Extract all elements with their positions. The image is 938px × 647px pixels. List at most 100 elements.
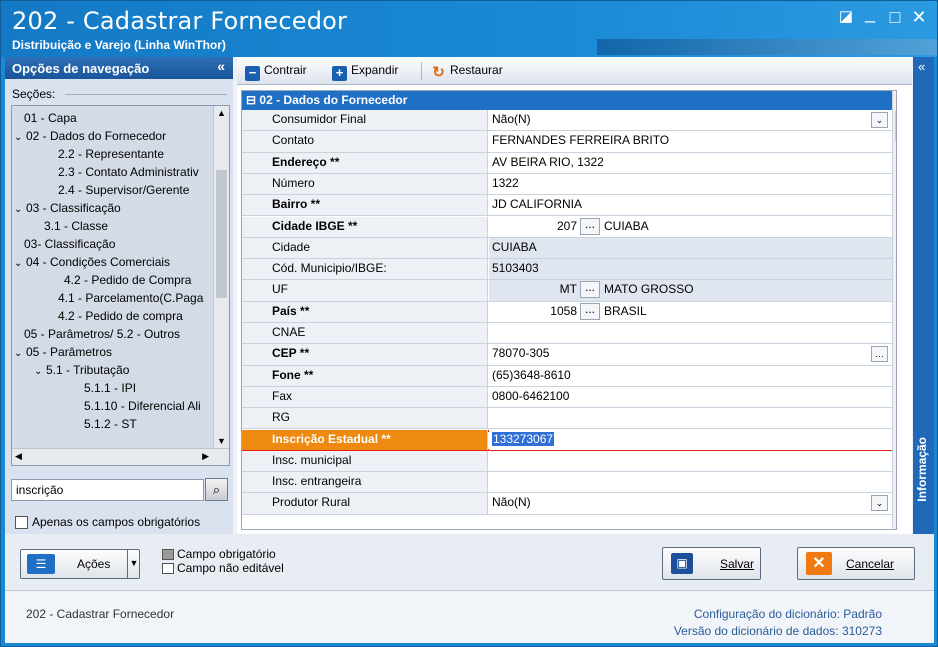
- field-value[interactable]: Não(N) ⌄: [489, 493, 892, 514]
- chevron-down-icon[interactable]: ⌄: [871, 112, 888, 128]
- lookup-button[interactable]: ...: [580, 302, 600, 320]
- tree-item[interactable]: 03- Classificação: [24, 235, 115, 253]
- tree-item[interactable]: 4.2 - Pedido de compra: [58, 307, 183, 325]
- information-side-tab[interactable]: « Informação: [913, 57, 934, 534]
- grid-row[interactable]: Inscrição Estadual ** 133273067: [242, 429, 892, 451]
- field-value[interactable]: [489, 450, 892, 472]
- field-value[interactable]: [489, 408, 892, 429]
- field-value[interactable]: 207... CUIABA: [489, 216, 892, 237]
- field-value[interactable]: AV BEIRA RIO, 1322: [489, 152, 892, 173]
- chevron-down-icon[interactable]: ⌄: [34, 363, 46, 381]
- grid-row[interactable]: Bairro ** JD CALIFORNIA: [242, 195, 892, 217]
- search-input[interactable]: inscrição: [11, 479, 204, 501]
- close-button[interactable]: ✕: [908, 7, 930, 27]
- pin-icon[interactable]: ◪: [835, 7, 857, 27]
- grid-row[interactable]: Endereço ** AV BEIRA RIO, 1322: [242, 152, 892, 174]
- grid-row[interactable]: Fone ** (65)3648-8610: [242, 365, 892, 387]
- scroll-down-icon[interactable]: ▼: [217, 436, 226, 446]
- tree-item[interactable]: 01 - Capa: [24, 109, 77, 127]
- field-value[interactable]: Não(N) ⌄: [489, 110, 892, 131]
- property-grid[interactable]: ⊟ 02 - Dados do Fornecedor Consumidor Fi…: [241, 90, 897, 530]
- field-value[interactable]: 78070-305…: [489, 344, 892, 365]
- field-value[interactable]: 133273067: [489, 429, 892, 450]
- grid-row[interactable]: Insc. municipal: [242, 450, 892, 473]
- chevron-down-icon[interactable]: ⌄: [14, 255, 26, 273]
- field-code[interactable]: 1058: [492, 304, 580, 318]
- tree-item[interactable]: ⌄ 05 - Parâmetros: [14, 343, 112, 361]
- tree-item[interactable]: 5.1.1 - IPI: [84, 379, 136, 397]
- scroll-down-icon[interactable]: ▼: [896, 519, 897, 529]
- sections-tree[interactable]: 01 - Capa ⌄ 02 - Dados do Fornecedor 2.2 …: [11, 105, 230, 466]
- field-code[interactable]: MT: [492, 282, 580, 296]
- grid-row[interactable]: RG: [242, 408, 892, 430]
- grid-row[interactable]: CNAE: [242, 323, 892, 345]
- field-value[interactable]: JD CALIFORNIA: [489, 195, 892, 216]
- scroll-right-icon[interactable]: ▶: [202, 451, 209, 462]
- lookup-icon[interactable]: …: [871, 346, 888, 363]
- field-value[interactable]: 0800-6462100: [489, 386, 892, 408]
- collapse-button[interactable]: − Contrair: [245, 63, 307, 81]
- lookup-button[interactable]: ...: [580, 281, 600, 299]
- minimize-button[interactable]: _: [859, 3, 881, 23]
- tree-item[interactable]: 4.2 - Pedido de Compra: [64, 271, 191, 289]
- tree-item[interactable]: 2.4 - Supervisor/Gerente: [58, 181, 189, 199]
- grid-row[interactable]: UF MT... MATO GROSSO: [242, 280, 892, 302]
- grid-vertical-scrollbar[interactable]: ▲ ▼: [892, 91, 897, 529]
- actions-button[interactable]: ☰ Ações ▼: [20, 549, 140, 579]
- field-value[interactable]: MT... MATO GROSSO: [489, 280, 892, 301]
- field-value[interactable]: [489, 472, 892, 493]
- tree-item[interactable]: ⌄ 02 - Dados do Fornecedor: [14, 127, 166, 145]
- tree-item[interactable]: 4.1 - Parcelamento(C.Paga: [58, 289, 203, 307]
- tree-item[interactable]: 2.2 - Representante: [58, 145, 164, 163]
- collapse-nav-icon[interactable]: «: [217, 58, 225, 74]
- maximize-button[interactable]: □: [884, 7, 906, 27]
- grid-row[interactable]: Cidade CUIABA: [242, 237, 892, 260]
- grid-row[interactable]: Contato FERNANDES FERREIRA BRITO: [242, 131, 892, 153]
- tree-item[interactable]: ⌄ 04 - Condições Comerciais: [14, 253, 170, 271]
- grid-row[interactable]: Insc. entrangeira: [242, 472, 892, 494]
- group-header[interactable]: ⊟ 02 - Dados do Fornecedor: [242, 91, 896, 110]
- tree-vertical-scrollbar[interactable]: ▲ ▼: [213, 106, 229, 448]
- field-value[interactable]: 1322: [489, 173, 892, 195]
- scroll-left-icon[interactable]: ◀: [15, 451, 22, 462]
- collapse-group-icon[interactable]: ⊟: [246, 93, 259, 107]
- chevron-down-icon[interactable]: ⌄: [14, 345, 26, 363]
- field-code[interactable]: 207: [492, 219, 580, 233]
- cancel-button[interactable]: ✕ Cancelar: [797, 547, 915, 580]
- expand-button[interactable]: + Expandir: [332, 63, 398, 81]
- search-button[interactable]: ⌕: [205, 478, 228, 501]
- actions-dropdown-icon[interactable]: ▼: [127, 549, 140, 579]
- field-value[interactable]: FERNANDES FERREIRA BRITO: [489, 131, 892, 152]
- chevron-down-icon[interactable]: ⌄: [871, 495, 888, 512]
- grid-row[interactable]: Consumidor Final Não(N) ⌄: [242, 110, 892, 132]
- scroll-up-icon[interactable]: ▲: [217, 108, 226, 118]
- grid-row[interactable]: CEP ** 78070-305…: [242, 344, 892, 366]
- tree-item[interactable]: ⌄ 03 - Classificação: [14, 199, 121, 217]
- grid-row[interactable]: Produtor Rural Não(N) ⌄: [242, 493, 892, 515]
- tree-item[interactable]: 5.1.2 - ST: [84, 415, 137, 433]
- tree-item[interactable]: 5.1.10 - Diferencial Ali: [84, 397, 201, 415]
- tree-item[interactable]: 3.1 - Classe: [44, 217, 108, 235]
- lookup-button[interactable]: ...: [580, 217, 600, 235]
- tree-item[interactable]: 2.3 - Contato Administrativ: [58, 163, 199, 181]
- grid-row[interactable]: Número 1322: [242, 173, 892, 196]
- expand-info-icon[interactable]: «: [918, 59, 925, 74]
- grid-row[interactable]: Cidade IBGE ** 207... CUIABA: [242, 216, 892, 238]
- scroll-up-icon[interactable]: ▲: [896, 93, 897, 103]
- only-required-checkbox[interactable]: [15, 516, 28, 529]
- scroll-thumb[interactable]: [216, 170, 227, 298]
- field-value[interactable]: 1058... BRASIL: [489, 301, 892, 322]
- grid-row[interactable]: País ** 1058... BRASIL: [242, 301, 892, 323]
- chevron-down-icon[interactable]: ⌄: [14, 129, 26, 147]
- grid-row[interactable]: Fax 0800-6462100: [242, 386, 892, 409]
- tree-item[interactable]: ⌄ 5.1 - Tributação: [34, 361, 129, 379]
- chevron-down-icon[interactable]: ⌄: [14, 201, 26, 219]
- scroll-thumb[interactable]: [895, 111, 896, 141]
- restore-button[interactable]: ↻ Restaurar: [431, 63, 502, 81]
- tree-item[interactable]: 05 - Parâmetros/ 5.2 - Outros: [24, 325, 180, 343]
- field-value[interactable]: (65)3648-8610: [489, 365, 892, 386]
- grid-row[interactable]: Cód. Municipio/IBGE: 5103403: [242, 259, 892, 281]
- save-button[interactable]: ▣ Salvar: [662, 547, 761, 580]
- field-value[interactable]: [489, 323, 892, 344]
- tree-horizontal-scrollbar[interactable]: ◀ ▶: [12, 448, 229, 465]
